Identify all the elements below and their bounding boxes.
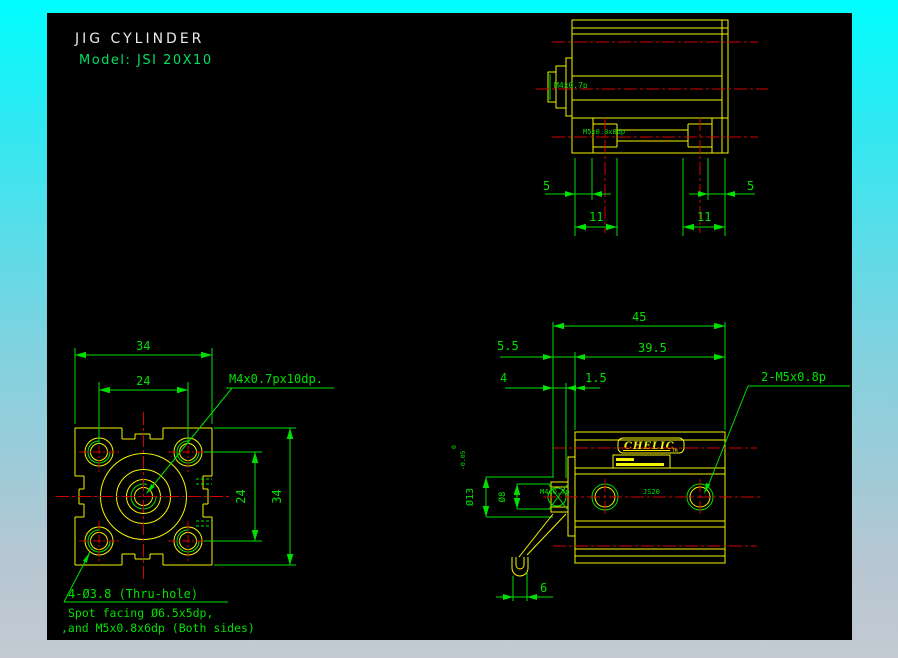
corner-hole-label: 4-Ø3.8 (Thru-hole) [68, 587, 198, 601]
port-thread-label: M5x0.8x8dp [583, 128, 625, 136]
brand-tm: TM [672, 448, 678, 454]
dim-34-right: 34 [270, 489, 284, 503]
dim-5-5: 5.5 [497, 339, 519, 353]
nameplate-microtext-2 [616, 463, 664, 466]
dim-39-5: 39.5 [638, 341, 667, 355]
dim-dia13-tol-lower: -0.05 [459, 450, 467, 470]
cad-application-window: JIG CYLINDER Model: JSI 20X10 M4x0.7p M5… [0, 0, 898, 658]
nameplate-microtext-1 [616, 458, 634, 461]
dim-dia8: Ø8 [497, 492, 508, 503]
dim-24-right: 24 [234, 489, 248, 503]
dim-5-right: 5 [747, 179, 754, 193]
dim-1-5: 1.5 [585, 371, 607, 385]
ports-label: 2-M5x0.8p [761, 370, 826, 384]
body-marking: JS20 [643, 488, 660, 496]
dim-11-left: 11 [589, 210, 603, 224]
dim-dia13-tol-upper: 0 [450, 445, 458, 449]
spot-facing-note: Spot facing Ø6.5x5dp, [68, 606, 213, 620]
dim-45: 45 [632, 310, 646, 324]
dim-dia13: Ø13 [464, 488, 476, 506]
dim-11-right: 11 [697, 210, 711, 224]
drawing-canvas[interactable]: JIG CYLINDER Model: JSI 20X10 M4x0.7p M5… [0, 0, 898, 658]
center-thread-label: M4x0.7px10dp. [229, 372, 323, 386]
dim-34-top: 34 [136, 339, 150, 353]
dim-5-left: 5 [543, 179, 550, 193]
rod-thread-label-side: M4x0.7p [540, 488, 570, 496]
page-title: JIG CYLINDER [74, 31, 204, 47]
dim-4: 4 [500, 371, 507, 385]
dim-24-top: 24 [136, 374, 150, 388]
dim-6: 6 [540, 581, 547, 595]
thread-note: ,and M5x0.8x6dp (Both sides) [61, 621, 255, 635]
model-label: Model: JSI 20X10 [79, 53, 213, 68]
